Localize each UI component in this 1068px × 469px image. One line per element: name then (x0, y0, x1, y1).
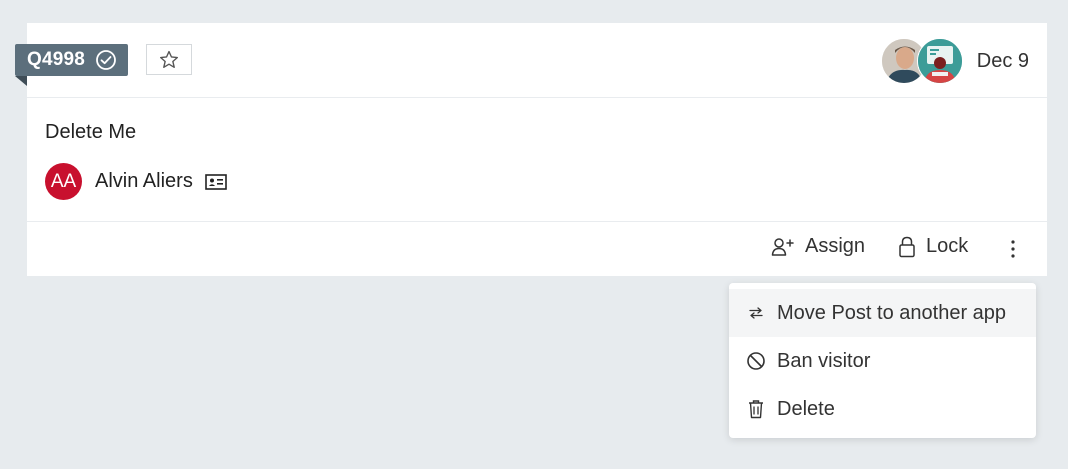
menu-item-move-post[interactable]: Move Post to another app (729, 289, 1036, 337)
vertical-dots-icon (1011, 240, 1015, 258)
ticket-id: Q4998 (27, 49, 86, 70)
lock-icon (898, 236, 916, 258)
menu-item-ban-visitor[interactable]: Ban visitor (729, 337, 1036, 385)
author-name[interactable]: Alvin Aliers (95, 170, 193, 193)
contact-card-icon[interactable] (205, 173, 227, 191)
more-options-button[interactable] (1005, 236, 1021, 262)
check-circle-icon (95, 49, 117, 71)
post-footer: Assign Lock (27, 221, 1047, 277)
post-subject: Delete Me (45, 121, 137, 143)
assign-button[interactable]: Assign (771, 235, 865, 258)
star-button[interactable] (146, 44, 192, 75)
avatar[interactable] (917, 38, 963, 84)
assign-label: Assign (805, 235, 866, 257)
participants (881, 38, 967, 84)
trash-icon (746, 399, 766, 419)
menu-item-delete[interactable]: Delete (729, 385, 1036, 433)
post-card: Q4998 Dec 9 Delete Me AA Alvin Aliers As… (15, 23, 1047, 277)
post-header: Q4998 Dec 9 (15, 23, 1047, 98)
star-icon (159, 50, 179, 68)
lock-button[interactable]: Lock (898, 235, 968, 258)
lock-label: Lock (926, 235, 969, 257)
ticket-id-tag[interactable]: Q4998 (15, 44, 129, 86)
swap-arrows-icon (746, 307, 766, 319)
post-date: Dec 9 (976, 50, 1029, 72)
menu-item-label: Delete (777, 397, 835, 420)
tag-fold (15, 76, 27, 86)
add-user-icon (771, 237, 795, 257)
more-options-menu: Move Post to another app Ban visitor Del… (729, 283, 1036, 438)
menu-item-label: Ban visitor (777, 349, 871, 372)
ban-icon (746, 351, 766, 371)
menu-item-label: Move Post to another app (777, 301, 1007, 324)
author: AA Alvin Aliers (45, 163, 227, 200)
author-avatar[interactable]: AA (45, 163, 82, 200)
